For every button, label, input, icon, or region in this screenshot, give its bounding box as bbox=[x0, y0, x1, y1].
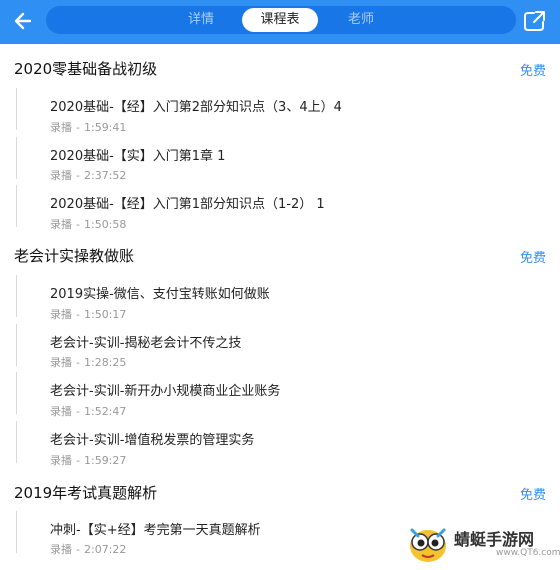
separator: - bbox=[76, 308, 80, 321]
separator: - bbox=[76, 543, 80, 556]
separator: - bbox=[76, 169, 80, 182]
lesson-meta: 录播 -2:37:52 bbox=[50, 167, 130, 183]
separator: - bbox=[76, 405, 80, 418]
lesson-title[interactable]: 2020基础-【经】入门第1部分知识点（1-2） 1 bbox=[50, 193, 325, 212]
separator: - bbox=[76, 218, 80, 231]
lesson-duration: 1:50:17 bbox=[83, 308, 127, 321]
section-title: 2020零基础备战初级 bbox=[14, 60, 158, 78]
tab-details[interactable]: 详情 bbox=[166, 8, 236, 32]
lesson-title[interactable]: 2020基础-【经】入门第2部分知识点（3、4上）4 bbox=[50, 96, 342, 115]
lesson-type: 录播 bbox=[50, 218, 72, 231]
watermark-name: 蜻蜓手游网 bbox=[454, 530, 535, 549]
lesson-duration: 1:59:27 bbox=[83, 454, 127, 467]
lesson-type: 录播 bbox=[50, 543, 72, 556]
lesson-meta: 录播 -1:52:47 bbox=[50, 403, 130, 419]
lesson-duration: 2:37:52 bbox=[83, 169, 127, 182]
lesson-title[interactable]: 2019实操-微信、支付宝转账如何做账 bbox=[50, 283, 270, 302]
lesson-duration: 1:52:47 bbox=[83, 405, 127, 418]
dragonfly-logo-icon bbox=[410, 528, 446, 562]
lesson-indicator bbox=[16, 421, 17, 463]
free-badge: 免费 bbox=[519, 488, 546, 503]
section-title: 老会计实操教做账 bbox=[14, 247, 135, 265]
section-title: 2019年考试真题解析 bbox=[14, 484, 158, 502]
top-bar: 详情 课程表 老师 bbox=[0, 0, 560, 44]
lesson-meta: 录播 -1:59:41 bbox=[50, 119, 130, 135]
course-schedule: 2020零基础备战初级 免费 2020基础-【经】入门第2部分知识点（3、4上）… bbox=[0, 44, 560, 570]
lesson-title[interactable]: 老会计-实训-新开办小规模商业企业账务 bbox=[50, 380, 280, 399]
back-arrow-icon[interactable] bbox=[8, 6, 42, 36]
lesson-duration: 1:59:41 bbox=[83, 121, 127, 134]
tab-schedule[interactable]: 课程表 bbox=[242, 8, 318, 32]
tab-teacher[interactable]: 老师 bbox=[326, 8, 396, 32]
lesson-title[interactable]: 老会计-实训-增值税发票的管理实务 bbox=[50, 429, 254, 448]
lesson-meta: 录播 -1:28:25 bbox=[50, 354, 130, 370]
separator: - bbox=[76, 454, 80, 467]
lesson-type: 录播 bbox=[50, 356, 72, 369]
watermark-logo: 蜻蜓手游网 www.QT6.com bbox=[404, 522, 560, 566]
free-badge: 免费 bbox=[519, 64, 546, 79]
lesson-indicator bbox=[16, 137, 17, 179]
tab-bar: 详情 课程表 老师 bbox=[46, 6, 516, 34]
lesson-title[interactable]: 冲刺-【实+经】考完第一天真题解析 bbox=[50, 519, 261, 538]
lesson-duration: 1:50:58 bbox=[83, 218, 127, 231]
lesson-type: 录播 bbox=[50, 169, 72, 182]
lesson-type: 录播 bbox=[50, 308, 72, 321]
lesson-indicator bbox=[16, 275, 17, 317]
lesson-meta: 录播 -2:07:22 bbox=[50, 541, 130, 557]
lesson-duration: 1:28:25 bbox=[83, 356, 127, 369]
watermark-url: www.QT6.com bbox=[496, 548, 560, 558]
share-icon[interactable] bbox=[518, 6, 552, 36]
lesson-meta: 录播 -1:50:17 bbox=[50, 306, 130, 322]
lesson-type: 录播 bbox=[50, 121, 72, 134]
free-badge: 免费 bbox=[519, 251, 546, 266]
lesson-indicator bbox=[16, 185, 17, 227]
lesson-type: 录播 bbox=[50, 454, 72, 467]
lesson-meta: 录播 -1:50:58 bbox=[50, 216, 130, 232]
lesson-indicator bbox=[16, 511, 17, 553]
lesson-title[interactable]: 2020基础-【实】入门第1章 1 bbox=[50, 145, 225, 164]
lesson-type: 录播 bbox=[50, 405, 72, 418]
lesson-duration: 2:07:22 bbox=[83, 543, 127, 556]
separator: - bbox=[76, 356, 80, 369]
lesson-meta: 录播 -1:59:27 bbox=[50, 452, 130, 468]
lesson-indicator bbox=[16, 88, 17, 130]
separator: - bbox=[76, 121, 80, 134]
lesson-indicator bbox=[16, 324, 17, 366]
lesson-indicator bbox=[16, 372, 17, 414]
lesson-title[interactable]: 老会计-实训-揭秘老会计不传之技 bbox=[50, 332, 241, 351]
